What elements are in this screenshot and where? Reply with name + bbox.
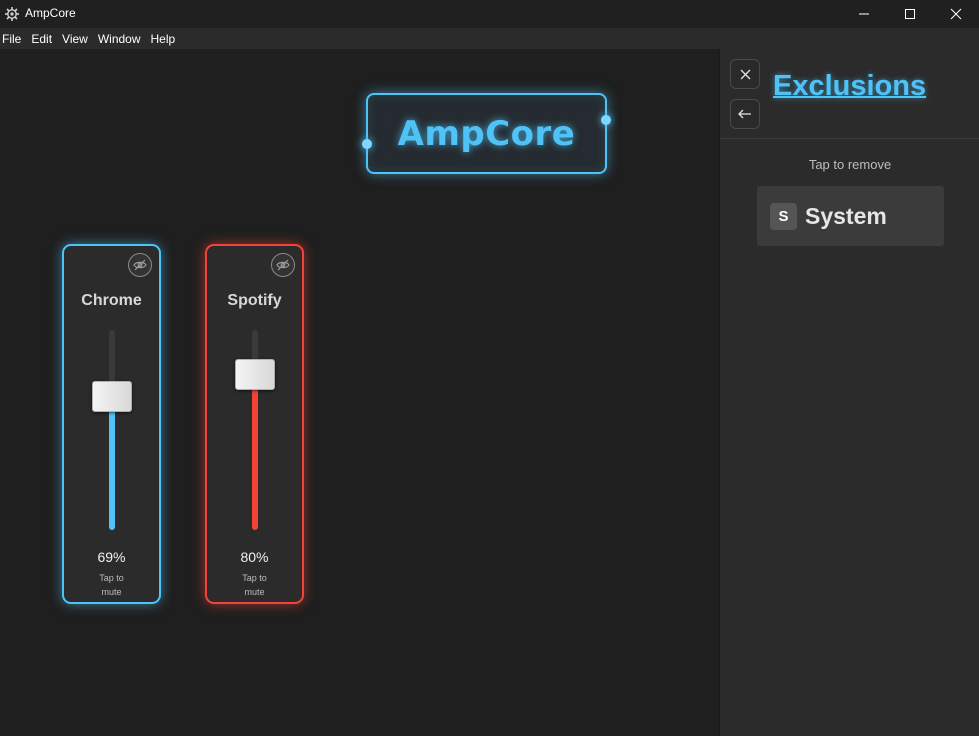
panel-hint: Tap to remove (808, 157, 892, 172)
arrow-left-icon (738, 109, 751, 119)
eye-off-icon (133, 259, 147, 271)
mute-hint[interactable]: Tap to mute (64, 571, 159, 599)
menu-window[interactable]: Window (97, 32, 141, 46)
divider (720, 138, 979, 139)
channel-name: Chrome (81, 292, 142, 309)
logo-text: AmpCore (397, 113, 576, 154)
mute-hint[interactable]: Tap to mute (207, 571, 302, 599)
close-icon (740, 69, 750, 79)
volume-track[interactable] (109, 330, 115, 530)
menu-edit[interactable]: Edit (30, 32, 52, 46)
menu-help[interactable]: Help (150, 32, 176, 46)
eye-off-icon (276, 259, 290, 271)
volume-slider-thumb[interactable] (235, 358, 275, 390)
menu-file[interactable]: File (1, 32, 21, 46)
app-logo: AmpCore (362, 93, 611, 174)
menu-bar: File Edit View Window Help (0, 28, 979, 49)
hide-channel-button[interactable] (128, 253, 152, 277)
exclusion-item[interactable]: S System (757, 186, 944, 246)
maximize-button[interactable] (887, 0, 933, 28)
exclusions-panel: Exclusions Tap to remove S System (719, 49, 979, 736)
mute-hint-line1: Tap to (242, 573, 267, 583)
mute-hint-line2: mute (101, 587, 122, 597)
gear-icon (5, 7, 19, 21)
minimize-button[interactable] (841, 0, 887, 28)
back-button[interactable] (730, 99, 760, 129)
channel-name: Spotify (227, 292, 282, 309)
mute-hint-line1: Tap to (99, 573, 124, 583)
hide-channel-button[interactable] (271, 253, 295, 277)
close-panel-button[interactable] (730, 59, 760, 89)
channel-card-spotify: Spotify 80% Tap to mute (205, 244, 304, 604)
mute-hint-line2: mute (244, 587, 265, 597)
channel-card-chrome: Chrome 69% Tap to mute (62, 244, 161, 604)
close-window-button[interactable] (933, 0, 979, 28)
volume-percent: 69% (97, 549, 126, 565)
window-title: AmpCore (25, 6, 76, 20)
logo-dot-left (362, 139, 372, 149)
minimize-icon (859, 13, 869, 15)
panel-title[interactable]: Exclusions (773, 70, 926, 103)
mixer-canvas: AmpCore Chrome 69% Tap to mute Spotify 8… (0, 49, 719, 736)
logo-dot-right (601, 115, 611, 125)
exclusion-label: System (805, 202, 887, 229)
volume-fill (109, 392, 115, 530)
maximize-icon (905, 9, 915, 19)
close-icon (950, 8, 962, 20)
volume-slider-thumb[interactable] (92, 380, 132, 412)
volume-fill (252, 370, 258, 530)
exclusion-badge: S (770, 202, 797, 230)
menu-view[interactable]: View (61, 32, 88, 46)
volume-percent: 80% (240, 549, 269, 565)
title-bar: AmpCore (0, 0, 979, 28)
